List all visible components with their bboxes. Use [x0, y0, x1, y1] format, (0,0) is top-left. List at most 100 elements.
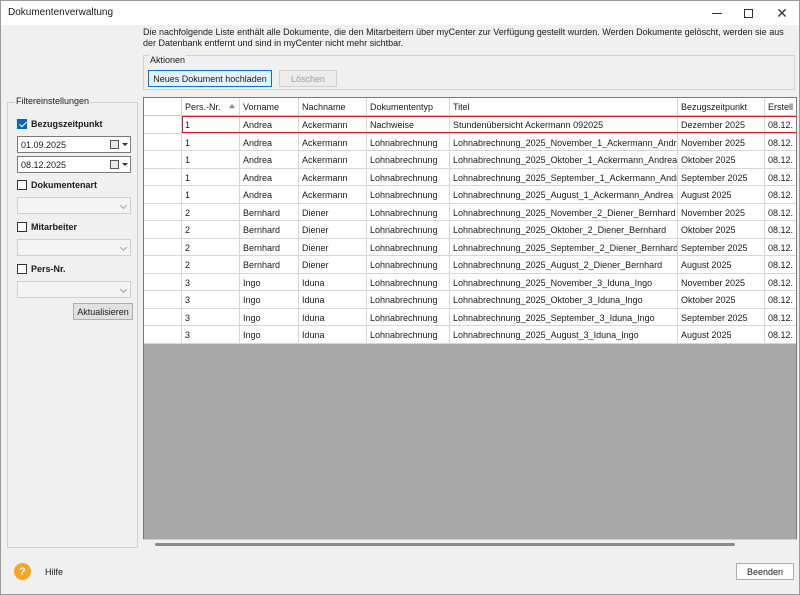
- table-row[interactable]: 3 Ingo Iduna Lohnabrechnung Lohnabrechnung_2…: [144, 308, 796, 326]
- table-cell: Lohnabrechnung_2025_September_2_Diener_B…: [450, 238, 678, 256]
- mitarbeiter-checkbox-row[interactable]: Mitarbeiter: [17, 222, 77, 232]
- table-cell: 2: [182, 221, 240, 239]
- calendar-icon[interactable]: [110, 160, 119, 169]
- bezugszeitpunkt-checkbox-row[interactable]: Bezugszeitpunkt: [17, 119, 103, 129]
- filter-panel-label: Filtereinstellungen: [15, 96, 91, 106]
- mitarbeiter-select[interactable]: [17, 239, 131, 256]
- table-row[interactable]: 2 Bernhard Diener Lohnabrechnung Lohnabrechn…: [144, 221, 796, 239]
- persnr-select[interactable]: [17, 281, 131, 298]
- dokumentenart-label: Dokumentenart: [31, 180, 98, 190]
- table-cell: Bernhard: [240, 238, 299, 256]
- row-header-cell[interactable]: [144, 168, 182, 186]
- table-cell: 1: [182, 186, 240, 204]
- table-row[interactable]: 1 Andrea Ackermann Lohnabrechnung Lohnabrech…: [144, 133, 796, 151]
- dokumentenart-checkbox-row[interactable]: Dokumentenart: [17, 180, 97, 190]
- row-header-cell[interactable]: [144, 273, 182, 291]
- column-header[interactable]: Pers.-Nr.: [182, 98, 240, 116]
- table-row[interactable]: 1 Andrea Ackermann Lohnabrechnung Lohnabrech…: [144, 151, 796, 169]
- column-header[interactable]: Titel: [450, 98, 678, 116]
- row-header-cell[interactable]: [144, 221, 182, 239]
- mitarbeiter-checkbox[interactable]: [17, 222, 27, 232]
- table-cell: Lohnabrechnung: [367, 291, 450, 309]
- table-row[interactable]: 2 Bernhard Diener Lohnabrechnung Lohnabrechn…: [144, 203, 796, 221]
- chevron-down-icon[interactable]: [122, 163, 128, 166]
- scrollbar-thumb[interactable]: [155, 543, 735, 546]
- table-cell: 08.12.: [765, 204, 796, 221]
- table-cell: 08.12.: [765, 309, 796, 326]
- horizontal-scrollbar[interactable]: [143, 539, 797, 549]
- row-header-cell[interactable]: [144, 256, 182, 274]
- table-cell: Nachweise: [367, 116, 450, 134]
- close-window-button[interactable]: ✕: [766, 1, 798, 25]
- table-row[interactable]: 3 Ingo Iduna Lohnabrechnung Lohnabrechnung_2…: [144, 291, 796, 309]
- close-button[interactable]: Beenden: [736, 563, 794, 580]
- table-row[interactable]: 2 Bernhard Diener Lohnabrechnung Lohnabrechn…: [144, 256, 796, 274]
- column-header[interactable]: Nachname: [299, 98, 367, 116]
- column-header[interactable]: Dokumententyp: [367, 98, 450, 116]
- row-header-cell[interactable]: [144, 133, 182, 151]
- table-cell: 08.12.: [765, 186, 796, 204]
- table-cell: Lohnabrechnung: [367, 151, 450, 169]
- table-cell: Lohnabrechnung: [367, 273, 450, 291]
- table-cell: 2: [182, 256, 240, 274]
- persnr-checkbox-row[interactable]: Pers-Nr.: [17, 264, 66, 274]
- row-header-cell[interactable]: [144, 326, 182, 344]
- minimize-icon: [712, 12, 722, 14]
- row-header-cell[interactable]: [144, 151, 182, 169]
- table-cell: November 2025: [678, 273, 765, 291]
- column-header[interactable]: Vorname: [240, 98, 299, 116]
- minimize-button[interactable]: [701, 1, 733, 25]
- delete-button[interactable]: Löschen: [279, 70, 337, 87]
- question-mark-icon[interactable]: ?: [14, 563, 31, 580]
- help-label[interactable]: Hilfe: [45, 567, 63, 577]
- dokumentenart-select[interactable]: [17, 197, 131, 214]
- table-cell: 3: [182, 308, 240, 326]
- table-cell: August 2025: [678, 186, 765, 204]
- grid-content: Pers.-Nr. Vorname Nachname Dokumententyp Tit…: [144, 98, 796, 344]
- column-header[interactable]: Erstell: [765, 98, 796, 116]
- table-cell: Andrea: [240, 116, 299, 134]
- maximize-icon: [743, 8, 753, 18]
- table-row[interactable]: 3 Ingo Iduna Lohnabrechnung Lohnabrechnung_2…: [144, 273, 796, 291]
- date-to-field[interactable]: 08.12.2025: [17, 156, 131, 173]
- table-cell: 2: [182, 203, 240, 221]
- table-cell: 1: [182, 151, 240, 169]
- table-cell: Ingo: [240, 291, 299, 309]
- table-cell: Lohnabrechnung_2025_November_1_Ackermann…: [450, 133, 678, 151]
- calendar-icon[interactable]: [110, 140, 119, 149]
- date-from-field[interactable]: 01.09.2025: [17, 136, 131, 153]
- row-header-cell[interactable]: [144, 308, 182, 326]
- row-header-cell[interactable]: [144, 186, 182, 204]
- row-header-cell[interactable]: [144, 238, 182, 256]
- table-row[interactable]: 1 Andrea Ackermann Lohnabrechnung Lohnabrech…: [144, 186, 796, 204]
- table-cell: September 2025: [678, 238, 765, 256]
- table-cell: Diener: [299, 256, 367, 274]
- chevron-down-icon[interactable]: [122, 143, 128, 146]
- table-cell: 1: [182, 116, 240, 134]
- dokumentenart-checkbox[interactable]: [17, 180, 27, 190]
- table-cell: September 2025: [678, 168, 765, 186]
- table-cell: 3: [182, 326, 240, 344]
- table-row[interactable]: 1 Andrea Ackermann Nachweise Stundenübersich…: [144, 116, 796, 134]
- column-header[interactable]: Bezugszeitpunkt: [678, 98, 765, 116]
- table-cell: 1: [182, 168, 240, 186]
- chevron-down-icon: [119, 243, 128, 252]
- bezugszeitpunkt-checkbox[interactable]: [17, 119, 27, 129]
- table-cell: Ackermann: [299, 186, 367, 204]
- table-cell: 08.12.: [765, 239, 796, 256]
- table-cell: Lohnabrechnung: [367, 221, 450, 239]
- persnr-label: Pers-Nr.: [31, 264, 66, 274]
- table-row[interactable]: 2 Bernhard Diener Lohnabrechnung Lohnabrechn…: [144, 238, 796, 256]
- upload-document-button[interactable]: Neues Dokument hochladen: [148, 70, 272, 87]
- table-row[interactable]: 1 Andrea Ackermann Lohnabrechnung Lohnabrech…: [144, 168, 796, 186]
- row-header-cell[interactable]: [144, 116, 182, 134]
- maximize-button[interactable]: [732, 1, 764, 25]
- table-cell: Ingo: [240, 308, 299, 326]
- table-cell: Lohnabrechnung_2025_Oktober_1_Ackermann_…: [450, 151, 678, 169]
- refresh-button[interactable]: Aktualisieren: [73, 303, 133, 320]
- table-cell: 2: [182, 238, 240, 256]
- row-header-cell[interactable]: [144, 291, 182, 309]
- persnr-checkbox[interactable]: [17, 264, 27, 274]
- table-row[interactable]: 3 Ingo Iduna Lohnabrechnung Lohnabrechnung_2…: [144, 326, 796, 344]
- row-header-cell[interactable]: [144, 203, 182, 221]
